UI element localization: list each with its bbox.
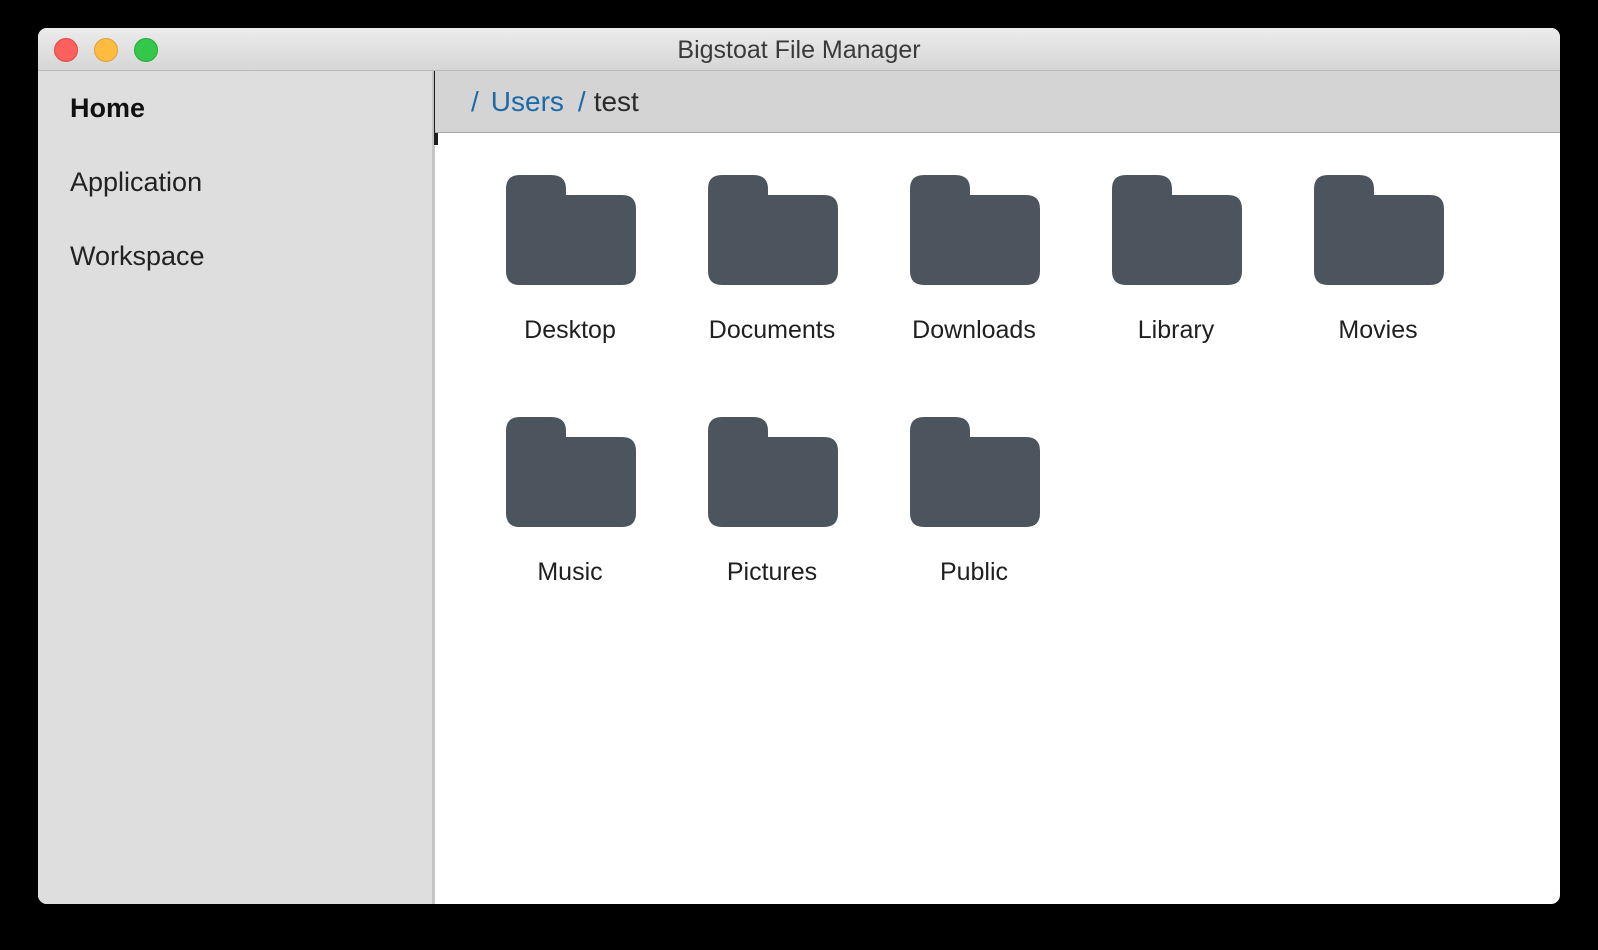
sidebar: Home Application Workspace	[38, 71, 438, 904]
window-title: Bigstoat File Manager	[677, 36, 921, 64]
folder-item-public[interactable]: Public	[886, 376, 1062, 586]
title-bar[interactable]: Bigstoat File Manager	[38, 28, 1560, 71]
folder-label: Library	[1137, 316, 1215, 344]
folder-label: Pictures	[726, 558, 818, 586]
folder-item-library[interactable]: Library	[1088, 134, 1264, 344]
folder-item-music[interactable]: Music	[482, 376, 658, 586]
folder-icon	[506, 417, 636, 527]
breadcrumb: / Users / test	[435, 71, 1560, 133]
folder-icon	[910, 175, 1040, 285]
app-window: Bigstoat File Manager Home Application W…	[38, 28, 1560, 904]
breadcrumb-current-folder: test	[593, 86, 639, 117]
folder-icon	[1314, 175, 1444, 285]
folder-label: Documents	[708, 316, 836, 344]
breadcrumb-separator: /	[577, 86, 586, 117]
folder-icon	[708, 175, 838, 285]
folder-grid: Desktop Documents Downloads Library Movi…	[435, 134, 1560, 904]
sidebar-item-workspace[interactable]: Workspace	[38, 219, 435, 293]
folder-label: Music	[537, 558, 603, 586]
folder-icon	[1112, 175, 1242, 285]
folder-item-documents[interactable]: Documents	[684, 134, 860, 344]
folder-icon	[708, 417, 838, 527]
folder-label: Movies	[1338, 316, 1418, 344]
folder-label: Downloads	[912, 316, 1036, 344]
folder-label: Public	[939, 558, 1009, 586]
folder-item-downloads[interactable]: Downloads	[886, 134, 1062, 344]
sidebar-item-application[interactable]: Application	[38, 145, 435, 219]
breadcrumb-separator: /	[471, 86, 479, 117]
folder-label: Desktop	[524, 316, 616, 344]
folder-item-desktop[interactable]: Desktop	[482, 134, 658, 344]
folder-icon	[910, 417, 1040, 527]
folder-item-movies[interactable]: Movies	[1290, 134, 1466, 344]
folder-item-pictures[interactable]: Pictures	[684, 376, 860, 586]
sidebar-item-home[interactable]: Home	[38, 71, 438, 145]
folder-icon	[506, 175, 636, 285]
breadcrumb-link-users[interactable]: Users	[491, 86, 564, 117]
